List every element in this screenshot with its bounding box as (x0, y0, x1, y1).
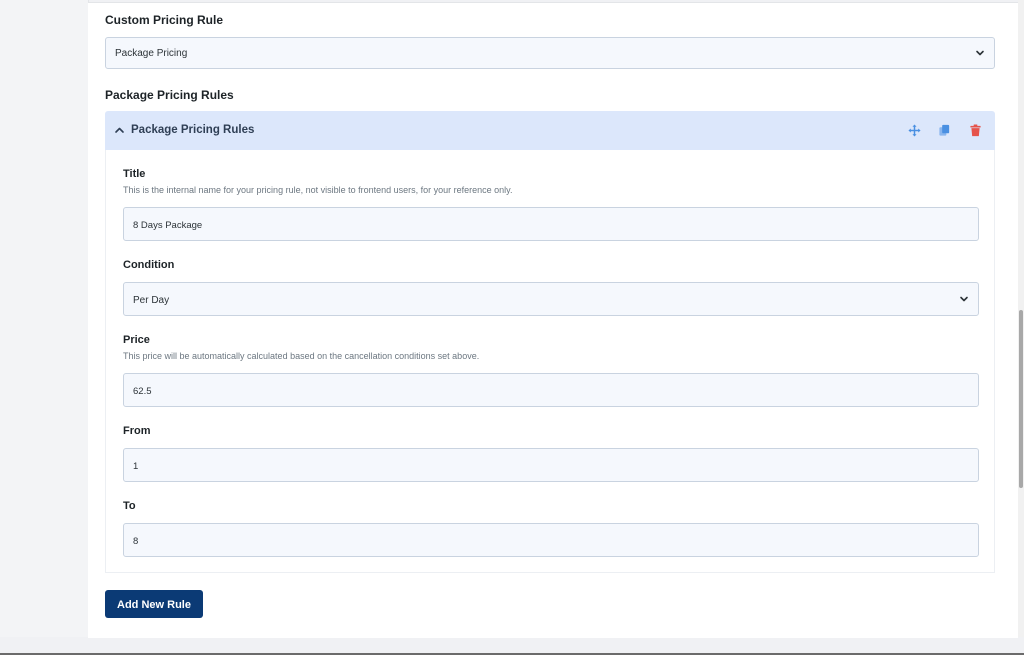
price-help-text: This price will be automatically calcula… (123, 351, 480, 361)
chevron-up-icon[interactable] (114, 125, 125, 136)
duplicate-icon[interactable] (938, 124, 951, 137)
package-rules-accordion-header[interactable]: Package Pricing Rules (105, 111, 995, 150)
move-icon[interactable] (908, 124, 921, 137)
add-new-rule-button[interactable]: Add New Rule (105, 590, 203, 618)
to-input-value: 8 (133, 536, 139, 547)
price-input[interactable]: 62.5 (123, 373, 979, 407)
condition-selected: Per Day (133, 295, 170, 306)
condition-label: Condition (123, 259, 175, 271)
scrollbar-thumb[interactable] (1019, 310, 1023, 488)
condition-select[interactable]: Per Day (123, 282, 979, 316)
custom-pricing-select[interactable]: Package Pricing (105, 37, 995, 69)
from-label: From (123, 425, 151, 437)
price-input-value: 62.5 (133, 386, 152, 397)
title-input[interactable]: 8 Days Package (123, 207, 979, 241)
accordion-title: Package Pricing Rules (131, 124, 255, 136)
chevron-down-icon (976, 50, 984, 56)
left-gutter (0, 0, 89, 637)
from-input-value: 1 (133, 461, 139, 472)
to-label: To (123, 500, 136, 512)
chevron-down-icon (960, 296, 968, 302)
title-label: Title (123, 168, 146, 180)
package-rules-heading: Package Pricing Rules (105, 88, 234, 102)
custom-pricing-heading: Custom Pricing Rule (105, 13, 224, 27)
from-input[interactable]: 1 (123, 448, 979, 482)
to-input[interactable]: 8 (123, 523, 979, 557)
title-help-text: This is the internal name for your prici… (123, 185, 513, 195)
trash-icon[interactable] (969, 124, 982, 137)
custom-pricing-selected: Package Pricing (115, 48, 188, 59)
scrollbar[interactable] (1018, 0, 1024, 637)
price-label: Price (123, 334, 150, 346)
title-input-value: 8 Days Package (133, 220, 203, 231)
